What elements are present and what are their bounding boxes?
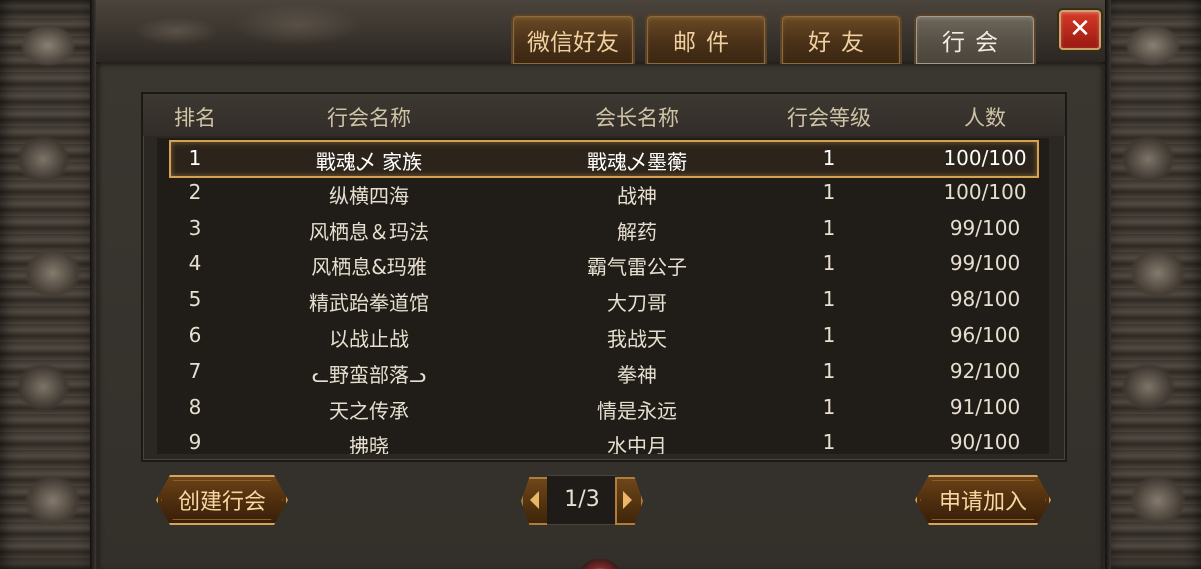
cell-leader-name: 战神 (617, 183, 657, 208)
prev-page-button[interactable] (521, 477, 549, 525)
next-page-button[interactable] (615, 477, 643, 525)
table-row[interactable]: 5 精武跆拳道馆 大刀哥 1 98/100 (157, 283, 1049, 317)
table-header: 排名 行会名称 会长名称 行会等级 人数 (143, 94, 1065, 136)
cell-guild-level: 1 (822, 430, 836, 454)
tab-guild[interactable]: 行会 (914, 14, 1036, 64)
header-member-count: 人数 (964, 106, 1006, 130)
cell-rank: 3 (188, 215, 202, 240)
cell-guild-level: 1 (822, 146, 836, 170)
arrow-right-icon (623, 491, 632, 509)
cell-rank: 2 (188, 179, 202, 204)
apply-join-button[interactable]: 申请加入 (915, 475, 1051, 525)
page-indicator: 1/3 (547, 475, 617, 525)
cell-rank: 7 (188, 358, 202, 383)
cell-guild-name: ᓚ野蛮部落ᓗ (311, 362, 427, 387)
cell-guild-name: 纵横四海 (329, 183, 409, 208)
table-body[interactable]: 1 戰魂乄 家族 戰魂乄墨蘅 1 100/100 2 纵横四海 战神 1 100/100 3 风栖息＆… (157, 138, 1049, 454)
table-row[interactable]: 6 以战止战 我战天 1 96/100 (157, 319, 1049, 353)
cell-rank: 5 (188, 287, 202, 312)
cell-guild-level: 1 (822, 251, 836, 276)
cell-guild-level: 1 (822, 179, 836, 204)
close-icon: ✕ (1069, 14, 1091, 44)
cell-leader-name: 大刀哥 (607, 291, 667, 316)
header-guild-level: 行会等级 (787, 106, 871, 130)
cell-leader-name: 拳神 (617, 362, 657, 387)
table-row[interactable]: 4 风栖息&玛雅 霸气雷公子 1 99/100 (157, 247, 1049, 281)
cell-member-count: 100/100 (943, 179, 1027, 204)
cell-leader-name: 霸气雷公子 (587, 255, 687, 280)
cell-member-count: 100/100 (943, 146, 1027, 170)
cell-guild-level: 1 (822, 358, 836, 383)
cell-member-count: 98/100 (949, 287, 1021, 312)
cell-leader-name: 我战天 (607, 327, 667, 351)
right-stone-pillar (1105, 0, 1201, 569)
guild-window: 微信好友 邮件 好友 行会 ✕ 排名 行会名称 会长名称 行会等级 人数 1 戰魂… (0, 0, 1201, 569)
table-row[interactable]: 7 ᓚ野蛮部落ᓗ 拳神 1 92/100 (157, 355, 1049, 389)
cell-leader-name: 情是永远 (597, 398, 677, 423)
header-guild-name: 行会名称 (327, 106, 411, 130)
cell-guild-name: 拂晓 (349, 434, 389, 454)
arrow-left-icon (530, 491, 539, 509)
create-guild-button[interactable]: 创建行会 (156, 475, 288, 525)
cell-guild-level: 1 (822, 215, 836, 240)
guild-table: 排名 行会名称 会长名称 行会等级 人数 1 戰魂乄 家族 戰魂乄墨蘅 1 100/10… (141, 92, 1067, 462)
table-row[interactable]: 3 风栖息＆玛法 解药 1 99/100 (157, 212, 1049, 246)
cell-member-count: 99/100 (949, 251, 1021, 276)
header-leader-name: 会长名称 (595, 106, 679, 130)
cell-leader-name: 解药 (617, 219, 657, 244)
tab-friends[interactable]: 好友 (780, 14, 902, 64)
table-row[interactable]: 1 戰魂乄 家族 戰魂乄墨蘅 1 100/100 (169, 140, 1039, 178)
table-row[interactable]: 2 纵横四海 战神 1 100/100 (157, 176, 1049, 210)
cell-member-count: 91/100 (949, 394, 1021, 419)
cell-leader-name: 戰魂乄墨蘅 (587, 150, 687, 174)
cell-member-count: 96/100 (949, 323, 1021, 347)
cell-guild-level: 1 (822, 323, 836, 347)
cell-guild-name: 精武跆拳道馆 (309, 291, 429, 316)
cell-guild-name: 风栖息&玛雅 (311, 255, 427, 280)
cell-rank: 8 (188, 394, 202, 419)
cell-member-count: 99/100 (949, 215, 1021, 240)
tab-mail[interactable]: 邮件 (645, 14, 767, 64)
cell-member-count: 90/100 (949, 430, 1021, 454)
cell-rank: 1 (188, 146, 202, 170)
cell-guild-level: 1 (822, 287, 836, 312)
table-row[interactable]: 9 拂晓 水中月 1 90/100 (157, 426, 1049, 454)
pagination: 1/3 (517, 471, 647, 527)
close-button[interactable]: ✕ (1059, 10, 1101, 50)
cell-guild-name: 戰魂乄 家族 (315, 150, 423, 174)
cell-member-count: 92/100 (949, 358, 1021, 383)
tab-wechat-friends[interactable]: 微信好友 (511, 14, 635, 64)
cell-guild-name: 风栖息＆玛法 (309, 219, 429, 244)
cell-rank: 9 (188, 430, 202, 454)
cell-guild-name: 天之传承 (329, 398, 409, 423)
cell-leader-name: 水中月 (607, 434, 667, 454)
table-row[interactable]: 8 天之传承 情是永远 1 91/100 (157, 391, 1049, 425)
cell-rank: 6 (188, 323, 202, 347)
cell-rank: 4 (188, 251, 202, 276)
left-stone-pillar (0, 0, 96, 569)
cell-guild-level: 1 (822, 394, 836, 419)
cell-guild-name: 以战止战 (329, 327, 409, 351)
header-rank: 排名 (174, 106, 216, 130)
